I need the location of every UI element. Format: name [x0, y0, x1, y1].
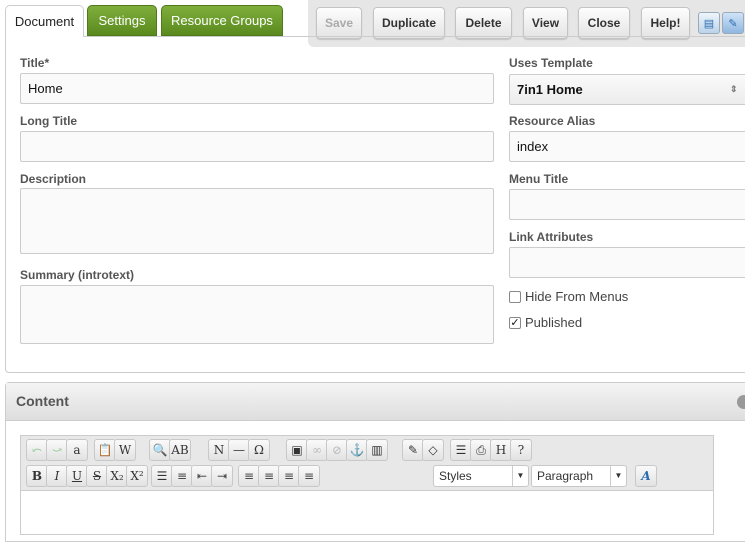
paste-button[interactable]: 📋 — [94, 439, 116, 461]
edit-resource-icon[interactable]: ✎ — [722, 12, 744, 34]
underline-button[interactable]: U — [66, 465, 88, 487]
forecolor-button[interactable]: A — [635, 465, 657, 487]
duplicate-button[interactable]: Duplicate — [373, 7, 445, 39]
image-button[interactable]: ▣ — [286, 439, 308, 461]
select-all-button[interactable]: a — [66, 439, 88, 461]
align-left-button[interactable]: ≡ — [238, 465, 260, 487]
bullet-list-button[interactable]: ☰ — [151, 465, 173, 487]
select-arrows-icon: ⇕ — [730, 84, 738, 94]
tab-settings[interactable]: Settings — [87, 5, 157, 36]
hide-from-menus-label: Hide From Menus — [525, 289, 629, 304]
align-right-button[interactable]: ≡ — [278, 465, 300, 487]
styles-value: Styles — [439, 469, 472, 483]
template-value: 7in1 Home — [517, 82, 583, 97]
link-attributes-input[interactable] — [509, 247, 745, 278]
link-attributes-label: Link Attributes — [509, 230, 594, 244]
summary-label: Summary (introtext) — [20, 268, 135, 282]
indent-button[interactable]: ⇥ — [211, 465, 233, 487]
paste-word-button[interactable]: W — [114, 439, 136, 461]
hr-button[interactable]: — — [228, 439, 250, 461]
save-button[interactable]: Save — [316, 7, 362, 39]
menu-title-input[interactable] — [509, 189, 745, 220]
summary-textarea[interactable] — [20, 285, 494, 344]
link-button[interactable]: ∞ — [306, 439, 328, 461]
italic-button[interactable]: I — [46, 465, 68, 487]
long-title-input[interactable] — [20, 131, 494, 162]
view-button[interactable]: View — [523, 7, 568, 39]
unlink-button[interactable]: ⊘ — [326, 439, 348, 461]
remove-format-button[interactable]: ◇ — [422, 439, 444, 461]
cleanup-button[interactable]: N — [208, 439, 230, 461]
superscript-button[interactable]: X² — [126, 465, 148, 487]
help-button[interactable]: ? — [510, 439, 532, 461]
template-label: Uses Template — [509, 56, 593, 70]
replace-button[interactable]: AB — [169, 439, 191, 461]
template-button[interactable]: ☰ — [450, 439, 472, 461]
new-resource-icon[interactable]: ▤ — [698, 12, 720, 34]
template-select[interactable]: 7in1 Home ⇕ — [509, 74, 745, 105]
rich-text-editor: Styles ▼ Paragraph ▼ A ⤺ ⤻ a 📋 W 🔍 AB N — Ω ▣ ∞ ⊘ ⚓ ▥ ✎ ◇ ☰… — [20, 435, 714, 535]
strikethrough-button[interactable]: S — [86, 465, 108, 487]
editor-toolbar: Styles ▼ Paragraph ▼ A ⤺ ⤻ a 📋 W 🔍 AB N — Ω ▣ ∞ ⊘ ⚓ ▥ ✎ ◇ ☰… — [21, 436, 713, 491]
collapse-icon[interactable] — [737, 395, 745, 409]
tab-resource-groups[interactable]: Resource Groups — [161, 5, 283, 36]
subscript-button[interactable]: X₂ — [106, 465, 128, 487]
help-button[interactable]: Help! — [641, 7, 690, 39]
find-button[interactable]: 🔍 — [149, 439, 171, 461]
html-button[interactable]: H — [490, 439, 512, 461]
description-label: Description — [20, 172, 87, 186]
format-value: Paragraph — [537, 469, 594, 483]
description-textarea[interactable] — [20, 188, 494, 254]
tab-document[interactable]: Document — [5, 5, 84, 37]
charmap-button[interactable]: Ω — [248, 439, 270, 461]
anchor-button[interactable]: ⚓ — [346, 439, 368, 461]
outdent-button[interactable]: ⇤ — [191, 465, 213, 487]
redo-button[interactable]: ⤻ — [46, 439, 68, 461]
alias-input[interactable]: index — [509, 131, 745, 162]
close-button[interactable]: Close — [578, 7, 630, 39]
styles-select[interactable]: Styles ▼ — [433, 465, 529, 487]
chevron-down-icon: ▼ — [512, 466, 528, 486]
bold-button[interactable]: B — [26, 465, 48, 487]
styleprops-button[interactable]: ✎ — [402, 439, 424, 461]
title-input[interactable]: Home — [20, 73, 494, 104]
content-title: Content — [16, 393, 69, 409]
undo-button[interactable]: ⤺ — [26, 439, 48, 461]
justify-button[interactable]: ≡ — [298, 465, 320, 487]
menu-title-label: Menu Title — [509, 172, 569, 186]
media-button[interactable]: ▥ — [366, 439, 388, 461]
delete-button[interactable]: Delete — [455, 7, 512, 39]
print-button[interactable]: ⎙ — [470, 439, 492, 461]
format-select[interactable]: Paragraph ▼ — [531, 465, 627, 487]
alias-label: Resource Alias — [509, 114, 596, 128]
content-header: Content — [6, 383, 745, 421]
published-checkbox[interactable]: ✓ — [509, 317, 521, 329]
long-title-label: Long Title — [20, 114, 78, 128]
hide-from-menus-checkbox[interactable] — [509, 291, 521, 303]
chevron-down-icon: ▼ — [610, 466, 626, 486]
align-center-button[interactable]: ≡ — [258, 465, 280, 487]
numbered-list-button[interactable]: ≡ — [171, 465, 193, 487]
published-label: Published — [525, 315, 583, 330]
title-label: Title* — [20, 56, 50, 70]
